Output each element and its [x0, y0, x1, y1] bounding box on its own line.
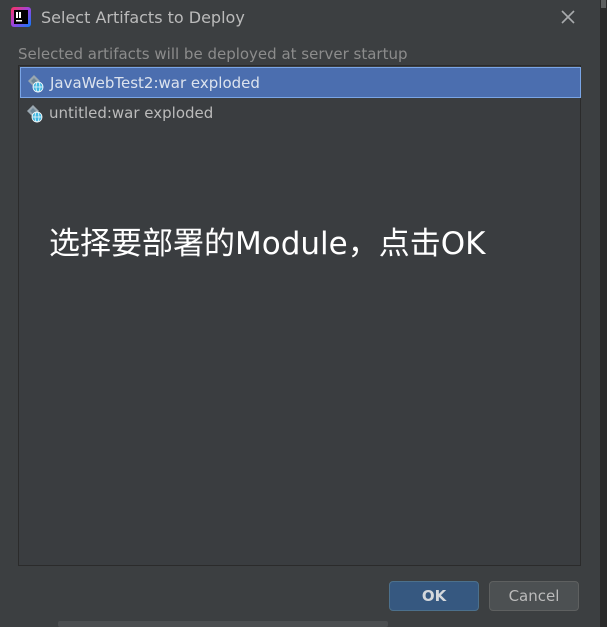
artifact-label: untitled:war exploded	[49, 104, 214, 122]
cancel-button[interactable]: Cancel	[489, 581, 579, 611]
close-icon[interactable]	[557, 6, 579, 28]
web-artifact-icon	[28, 75, 44, 93]
web-artifact-icon	[27, 105, 43, 123]
select-artifacts-dialog: Select Artifacts to Deploy Selected arti…	[0, 0, 600, 627]
artifact-list[interactable]: JavaWebTest2:war exploded untitled:war e…	[18, 65, 581, 566]
background-window-strip	[600, 0, 607, 627]
artifact-label: JavaWebTest2:war exploded	[50, 74, 260, 92]
ok-button[interactable]: OK	[389, 581, 479, 611]
dialog-titlebar: Select Artifacts to Deploy	[0, 0, 600, 34]
annotation-text: 选择要部署的Module，点击OK	[49, 226, 486, 262]
intellij-idea-icon	[11, 7, 31, 27]
dialog-title: Select Artifacts to Deploy	[41, 8, 245, 27]
background-mark	[601, 0, 606, 8]
background-window-edge	[0, 618, 600, 627]
instruction-label: Selected artifacts will be deployed at s…	[18, 45, 408, 63]
background-blur	[58, 621, 388, 627]
artifact-list-item[interactable]: untitled:war exploded	[20, 98, 581, 129]
artifact-list-item-selected[interactable]: JavaWebTest2:war exploded	[20, 67, 581, 98]
